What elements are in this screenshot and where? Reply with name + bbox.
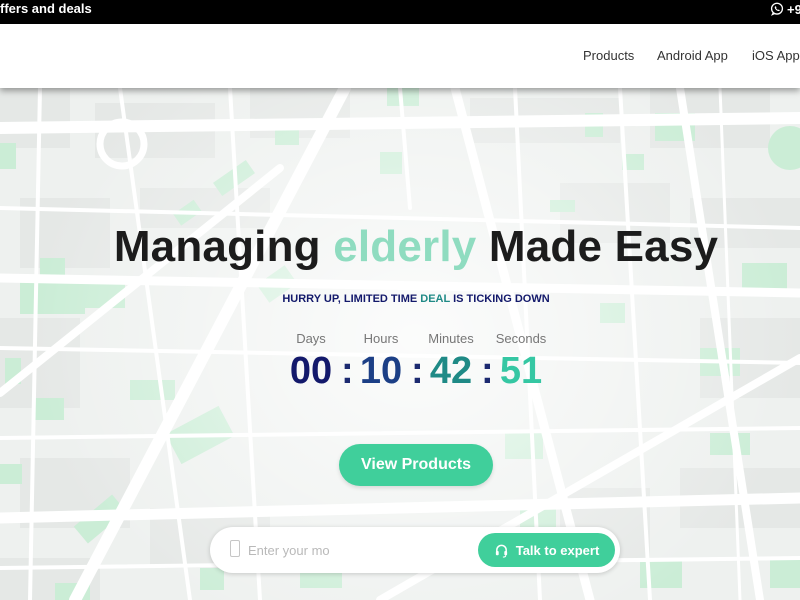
deal-text-1: HURRY UP, LIMITED TIME [282,293,418,305]
contact-number: +9 [787,1,800,17]
headline-part-1: Managing [113,222,321,271]
hero-headline: Managing elderly Made Easy [0,222,800,272]
mobile-phone-icon [230,540,240,557]
main-navbar: Products Android App iOS App [0,24,800,88]
countdown-days: 00 [289,350,333,392]
deal-text-3: IS TICKING DOWN [453,293,550,305]
view-products-button[interactable]: View Products [339,444,493,486]
phone-input[interactable] [248,537,468,563]
whatsapp-icon [770,2,784,16]
nav-ios-app[interactable]: iOS App [752,48,800,63]
headline-accent-word: elderly [333,222,477,271]
promo-text: ffers and deals [0,1,92,16]
deal-tagline: HURRY UP, LIMITED TIME DEAL IS TICKING D… [0,293,800,305]
countdown-label-seconds: Seconds [495,331,547,346]
hero-section: Managing elderly Made Easy HURRY UP, LIM… [0,88,800,600]
talk-to-expert-button[interactable]: Talk to expert [478,533,615,567]
countdown-hours: 10 [359,350,403,392]
deal-text-2: DEAL [420,293,451,305]
countdown-minutes: 42 [429,350,473,392]
lead-form: Talk to expert [210,527,620,573]
whatsapp-contact[interactable]: +9 [770,0,800,18]
countdown-seconds: 51 [499,350,543,392]
talk-to-expert-label: Talk to expert [515,542,600,558]
headline-part-2: Made Easy [488,222,719,271]
top-announcement-bar: ffers and deals +9 [0,0,800,24]
headset-icon [495,544,507,558]
nav-android-app[interactable]: Android App [657,48,728,63]
countdown-label-hours: Hours [363,331,399,346]
countdown-label-minutes: Minutes [428,331,474,346]
countdown-label-days: Days [296,331,326,346]
nav-products[interactable]: Products [583,48,634,63]
